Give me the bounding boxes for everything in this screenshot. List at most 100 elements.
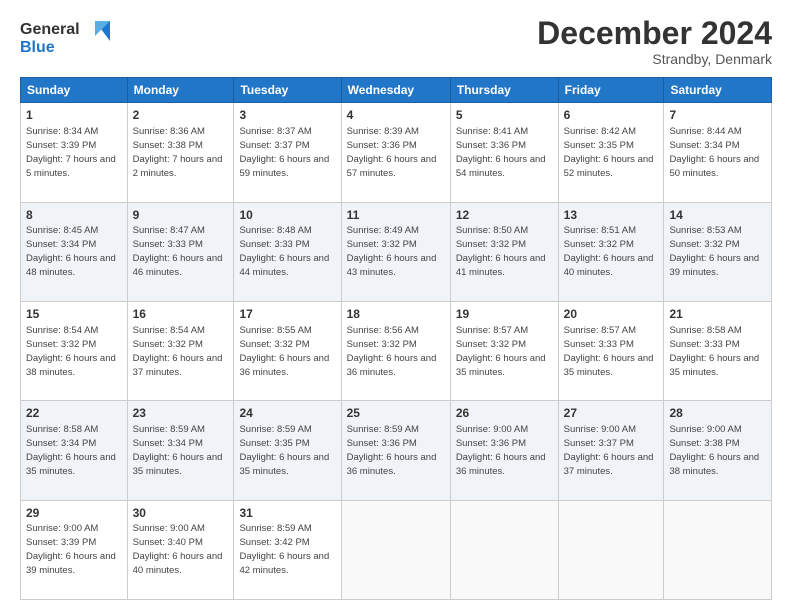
day-info: Sunrise: 8:59 AMSunset: 3:34 PMDaylight:… <box>133 424 223 477</box>
week-row-2: 8 Sunrise: 8:45 AMSunset: 3:34 PMDayligh… <box>21 202 772 301</box>
col-tuesday: Tuesday <box>234 78 341 103</box>
table-cell: 13 Sunrise: 8:51 AMSunset: 3:32 PMDaylig… <box>558 202 664 301</box>
day-info: Sunrise: 8:39 AMSunset: 3:36 PMDaylight:… <box>347 126 437 179</box>
day-number: 26 <box>456 405 553 422</box>
table-cell: 10 Sunrise: 8:48 AMSunset: 3:33 PMDaylig… <box>234 202 341 301</box>
day-info: Sunrise: 8:45 AMSunset: 3:34 PMDaylight:… <box>26 225 116 278</box>
week-row-5: 29 Sunrise: 9:00 AMSunset: 3:39 PMDaylig… <box>21 500 772 599</box>
calendar-header-row: Sunday Monday Tuesday Wednesday Thursday… <box>21 78 772 103</box>
svg-text:General: General <box>20 21 80 38</box>
day-number: 24 <box>239 405 335 422</box>
day-number: 16 <box>133 306 229 323</box>
col-sunday: Sunday <box>21 78 128 103</box>
week-row-4: 22 Sunrise: 8:58 AMSunset: 3:34 PMDaylig… <box>21 401 772 500</box>
day-info: Sunrise: 9:00 AMSunset: 3:39 PMDaylight:… <box>26 523 116 576</box>
day-info: Sunrise: 8:50 AMSunset: 3:32 PMDaylight:… <box>456 225 546 278</box>
table-cell: 12 Sunrise: 8:50 AMSunset: 3:32 PMDaylig… <box>450 202 558 301</box>
day-number: 30 <box>133 505 229 522</box>
day-info: Sunrise: 8:34 AMSunset: 3:39 PMDaylight:… <box>26 126 116 179</box>
day-info: Sunrise: 9:00 AMSunset: 3:40 PMDaylight:… <box>133 523 223 576</box>
day-info: Sunrise: 8:57 AMSunset: 3:33 PMDaylight:… <box>564 325 654 378</box>
day-number: 12 <box>456 207 553 224</box>
table-cell: 31 Sunrise: 8:59 AMSunset: 3:42 PMDaylig… <box>234 500 341 599</box>
table-cell: 29 Sunrise: 9:00 AMSunset: 3:39 PMDaylig… <box>21 500 128 599</box>
svg-text:Blue: Blue <box>20 39 55 56</box>
location: Strandby, Denmark <box>537 51 772 67</box>
table-cell: 16 Sunrise: 8:54 AMSunset: 3:32 PMDaylig… <box>127 301 234 400</box>
day-number: 1 <box>26 107 122 124</box>
day-info: Sunrise: 9:00 AMSunset: 3:36 PMDaylight:… <box>456 424 546 477</box>
day-number: 18 <box>347 306 445 323</box>
table-cell: 30 Sunrise: 9:00 AMSunset: 3:40 PMDaylig… <box>127 500 234 599</box>
table-cell: 24 Sunrise: 8:59 AMSunset: 3:35 PMDaylig… <box>234 401 341 500</box>
day-info: Sunrise: 8:57 AMSunset: 3:32 PMDaylight:… <box>456 325 546 378</box>
day-info: Sunrise: 8:41 AMSunset: 3:36 PMDaylight:… <box>456 126 546 179</box>
day-info: Sunrise: 9:00 AMSunset: 3:38 PMDaylight:… <box>669 424 759 477</box>
week-row-1: 1 Sunrise: 8:34 AMSunset: 3:39 PMDayligh… <box>21 103 772 202</box>
day-number: 14 <box>669 207 766 224</box>
day-info: Sunrise: 8:54 AMSunset: 3:32 PMDaylight:… <box>26 325 116 378</box>
day-info: Sunrise: 8:51 AMSunset: 3:32 PMDaylight:… <box>564 225 654 278</box>
table-cell: 28 Sunrise: 9:00 AMSunset: 3:38 PMDaylig… <box>664 401 772 500</box>
table-cell: 26 Sunrise: 9:00 AMSunset: 3:36 PMDaylig… <box>450 401 558 500</box>
day-number: 29 <box>26 505 122 522</box>
day-info: Sunrise: 8:53 AMSunset: 3:32 PMDaylight:… <box>669 225 759 278</box>
day-info: Sunrise: 8:59 AMSunset: 3:35 PMDaylight:… <box>239 424 329 477</box>
day-number: 15 <box>26 306 122 323</box>
day-info: Sunrise: 8:58 AMSunset: 3:34 PMDaylight:… <box>26 424 116 477</box>
table-cell: 4 Sunrise: 8:39 AMSunset: 3:36 PMDayligh… <box>341 103 450 202</box>
table-cell: 3 Sunrise: 8:37 AMSunset: 3:37 PMDayligh… <box>234 103 341 202</box>
day-number: 27 <box>564 405 659 422</box>
day-number: 22 <box>26 405 122 422</box>
table-cell: 7 Sunrise: 8:44 AMSunset: 3:34 PMDayligh… <box>664 103 772 202</box>
day-number: 3 <box>239 107 335 124</box>
col-friday: Friday <box>558 78 664 103</box>
table-cell: 25 Sunrise: 8:59 AMSunset: 3:36 PMDaylig… <box>341 401 450 500</box>
day-number: 20 <box>564 306 659 323</box>
day-number: 5 <box>456 107 553 124</box>
day-info: Sunrise: 8:49 AMSunset: 3:32 PMDaylight:… <box>347 225 437 278</box>
day-info: Sunrise: 8:59 AMSunset: 3:36 PMDaylight:… <box>347 424 437 477</box>
table-cell: 20 Sunrise: 8:57 AMSunset: 3:33 PMDaylig… <box>558 301 664 400</box>
day-info: Sunrise: 9:00 AMSunset: 3:37 PMDaylight:… <box>564 424 654 477</box>
week-row-3: 15 Sunrise: 8:54 AMSunset: 3:32 PMDaylig… <box>21 301 772 400</box>
day-number: 8 <box>26 207 122 224</box>
table-cell <box>341 500 450 599</box>
logo-svg: General Blue <box>20 16 110 58</box>
col-saturday: Saturday <box>664 78 772 103</box>
table-cell: 1 Sunrise: 8:34 AMSunset: 3:39 PMDayligh… <box>21 103 128 202</box>
table-cell: 8 Sunrise: 8:45 AMSunset: 3:34 PMDayligh… <box>21 202 128 301</box>
header: General Blue December 2024 Strandby, Den… <box>20 16 772 67</box>
day-number: 23 <box>133 405 229 422</box>
table-cell: 27 Sunrise: 9:00 AMSunset: 3:37 PMDaylig… <box>558 401 664 500</box>
table-cell: 21 Sunrise: 8:58 AMSunset: 3:33 PMDaylig… <box>664 301 772 400</box>
day-number: 25 <box>347 405 445 422</box>
day-info: Sunrise: 8:42 AMSunset: 3:35 PMDaylight:… <box>564 126 654 179</box>
calendar-table: Sunday Monday Tuesday Wednesday Thursday… <box>20 77 772 600</box>
table-cell <box>450 500 558 599</box>
day-number: 7 <box>669 107 766 124</box>
col-wednesday: Wednesday <box>341 78 450 103</box>
day-number: 2 <box>133 107 229 124</box>
day-number: 19 <box>456 306 553 323</box>
day-number: 10 <box>239 207 335 224</box>
day-number: 17 <box>239 306 335 323</box>
table-cell: 23 Sunrise: 8:59 AMSunset: 3:34 PMDaylig… <box>127 401 234 500</box>
table-cell: 22 Sunrise: 8:58 AMSunset: 3:34 PMDaylig… <box>21 401 128 500</box>
day-info: Sunrise: 8:59 AMSunset: 3:42 PMDaylight:… <box>239 523 329 576</box>
day-info: Sunrise: 8:36 AMSunset: 3:38 PMDaylight:… <box>133 126 223 179</box>
day-number: 28 <box>669 405 766 422</box>
day-number: 31 <box>239 505 335 522</box>
table-cell <box>558 500 664 599</box>
day-number: 21 <box>669 306 766 323</box>
day-number: 11 <box>347 207 445 224</box>
col-monday: Monday <box>127 78 234 103</box>
day-info: Sunrise: 8:37 AMSunset: 3:37 PMDaylight:… <box>239 126 329 179</box>
table-cell: 9 Sunrise: 8:47 AMSunset: 3:33 PMDayligh… <box>127 202 234 301</box>
day-info: Sunrise: 8:58 AMSunset: 3:33 PMDaylight:… <box>669 325 759 378</box>
day-info: Sunrise: 8:55 AMSunset: 3:32 PMDaylight:… <box>239 325 329 378</box>
day-number: 9 <box>133 207 229 224</box>
day-number: 6 <box>564 107 659 124</box>
month-title: December 2024 <box>537 16 772 51</box>
day-info: Sunrise: 8:56 AMSunset: 3:32 PMDaylight:… <box>347 325 437 378</box>
